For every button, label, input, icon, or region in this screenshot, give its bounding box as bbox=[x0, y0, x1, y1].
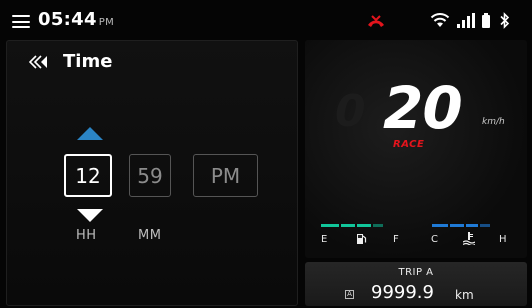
trip-title: TRIP A bbox=[398, 267, 434, 278]
temp-gauge-segment bbox=[432, 224, 448, 227]
signal-bars-icon bbox=[457, 13, 475, 28]
time-settings-panel: Time 12 59 PM HH MM bbox=[6, 40, 298, 306]
hour-field[interactable]: 12 bbox=[64, 154, 112, 197]
speedometer-panel: 0 20 km/h RACE E F C H bbox=[305, 40, 527, 258]
trip-unit: km bbox=[455, 288, 474, 302]
speed-value: 20 bbox=[383, 74, 463, 142]
fuel-gauge-segment bbox=[321, 224, 339, 227]
trip-a-icon: A bbox=[345, 290, 354, 299]
clock-ampm: PM bbox=[98, 17, 115, 28]
wifi-icon bbox=[430, 13, 450, 27]
clock-time: 05:44 bbox=[38, 9, 97, 30]
status-clock: 05:44 PM bbox=[38, 9, 114, 30]
bluetooth-icon bbox=[500, 12, 510, 29]
fuel-empty-label: E bbox=[321, 234, 328, 245]
battery-icon bbox=[482, 13, 490, 28]
menu-icon[interactable] bbox=[12, 15, 30, 28]
hour-label: HH bbox=[76, 228, 97, 243]
trip-distance: 9999.9 bbox=[371, 282, 434, 303]
minute-label: MM bbox=[138, 228, 162, 243]
fuel-gauge-segment bbox=[373, 224, 383, 227]
fuel-gauge-segment bbox=[341, 224, 355, 227]
decrease-hour-arrow[interactable] bbox=[77, 209, 103, 222]
minute-field[interactable]: 59 bbox=[129, 154, 171, 197]
fuel-full-label: F bbox=[393, 234, 399, 245]
temp-gauge-segment bbox=[480, 224, 490, 227]
fuel-pump-icon bbox=[357, 234, 367, 244]
trip-meter-panel[interactable]: TRIP A A 9999.9 km bbox=[305, 262, 527, 306]
temp-gauge-segment bbox=[450, 224, 464, 227]
temp-cold-label: C bbox=[431, 234, 438, 245]
speed-ghost-digit: 0 bbox=[335, 86, 366, 137]
ampm-field[interactable]: PM bbox=[193, 154, 258, 197]
speed-unit: km/h bbox=[482, 117, 505, 127]
increase-hour-arrow[interactable] bbox=[77, 127, 103, 140]
riding-mode: RACE bbox=[393, 139, 425, 150]
fuel-gauge-segment bbox=[357, 224, 371, 227]
back-chevrons-icon[interactable] bbox=[29, 54, 51, 70]
panel-title: Time bbox=[63, 51, 113, 72]
temp-hot-label: H bbox=[499, 234, 507, 245]
coolant-temp-icon bbox=[463, 232, 475, 245]
phone-call-end-icon bbox=[368, 15, 384, 27]
temp-gauge-segment bbox=[466, 224, 478, 227]
instrument-cluster-screen: 05:44 PM Time 12 59 PM HH MM 0 20 km/h R… bbox=[0, 0, 532, 308]
status-bar: 05:44 PM bbox=[0, 0, 532, 40]
